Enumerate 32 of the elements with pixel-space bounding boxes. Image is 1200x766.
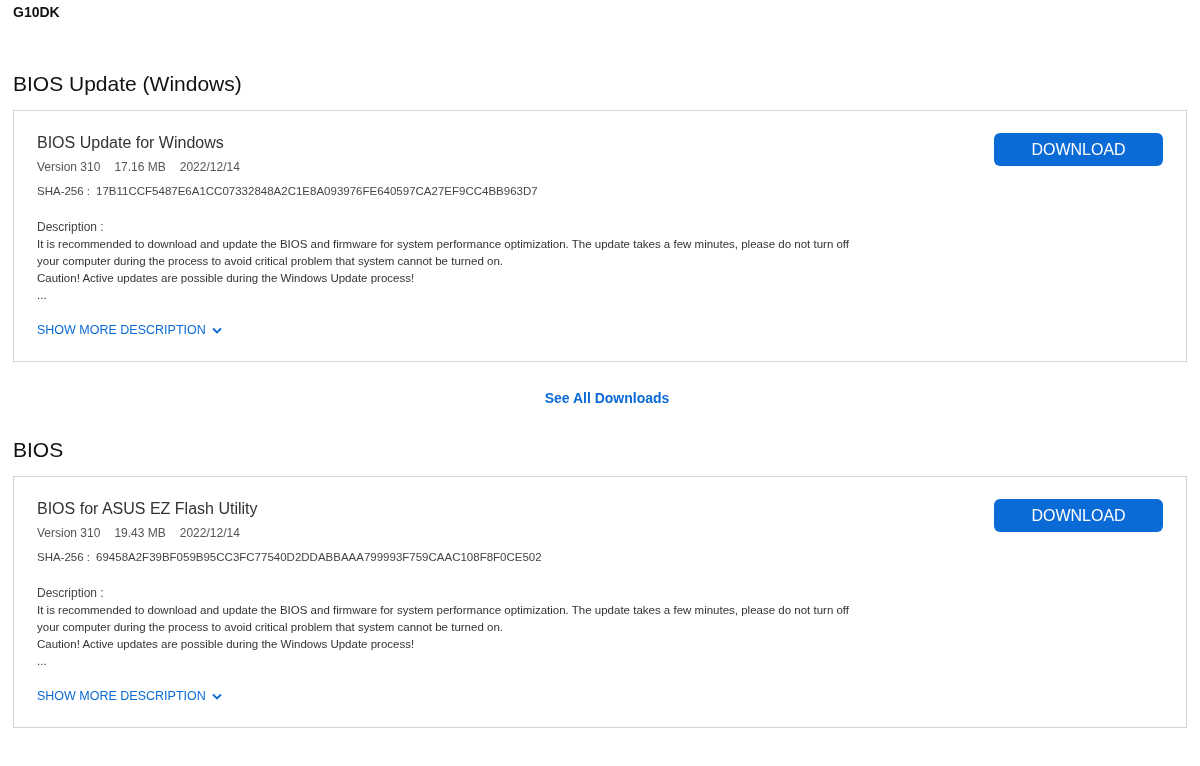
size-text: 17.16 MB [114, 159, 166, 175]
date-text: 2022/12/14 [179, 525, 240, 541]
description-text: ... [37, 288, 48, 303]
model-name: G10DK [13, 4, 61, 20]
description-label: Description : [37, 219, 105, 236]
description-text: It is recommended to download and update the BIOS and firmware for system performance optimization. The update takes a few minutes, please do not turn off [37, 603, 850, 618]
file-title: BIOS Update for Windows [37, 133, 225, 153]
description-text: Caution! Active updates are possible during the Windows Update process! [37, 637, 416, 652]
section-heading: BIOS Update (Windows) [13, 71, 243, 97]
size-text: 19.43 MB [114, 525, 166, 541]
description-text: ... [37, 654, 48, 669]
description-label: Description : [37, 585, 105, 602]
show-more-link[interactable]: SHOW MORE DESCRIPTION [37, 688, 222, 704]
download-button[interactable]: DOWNLOAD [994, 499, 1163, 532]
description-text: your computer during the process to avoid critical problem that system cannot be turned on. [37, 620, 504, 635]
chevron-down-icon [211, 326, 222, 334]
file-title: BIOS for ASUS EZ Flash Utility [37, 499, 259, 519]
description-text: your computer during the process to avoid critical problem that system cannot be turned on. [37, 254, 504, 269]
chevron-down-icon [211, 692, 222, 700]
see-all-downloads-link[interactable]: See All Downloads [544, 389, 670, 407]
sha-label: SHA-256 : [37, 550, 91, 565]
version-text: Version 310 [37, 525, 101, 541]
description-text: It is recommended to download and update the BIOS and firmware for system performance optimization. The update takes a few minutes, please do not turn off [37, 237, 850, 252]
description-text: Caution! Active updates are possible during the Windows Update process! [37, 271, 416, 286]
date-text: 2022/12/14 [179, 159, 240, 175]
sha-label: SHA-256 : [37, 184, 91, 199]
download-button[interactable]: DOWNLOAD [994, 133, 1163, 166]
show-more-link[interactable]: SHOW MORE DESCRIPTION [37, 322, 222, 338]
sha-hash: 17B11CCF5487E6A1CC07332848A2C1E8A093976FE640597CA27EF9CC4BB963D7 [96, 184, 538, 199]
version-text: Version 310 [37, 159, 101, 175]
section-heading: BIOS [13, 437, 65, 463]
sha-hash: 69458A2F39BF059B95CC3FC77540D2DDABBAAA799993F759CAAC108F8F0CE502 [96, 550, 542, 565]
